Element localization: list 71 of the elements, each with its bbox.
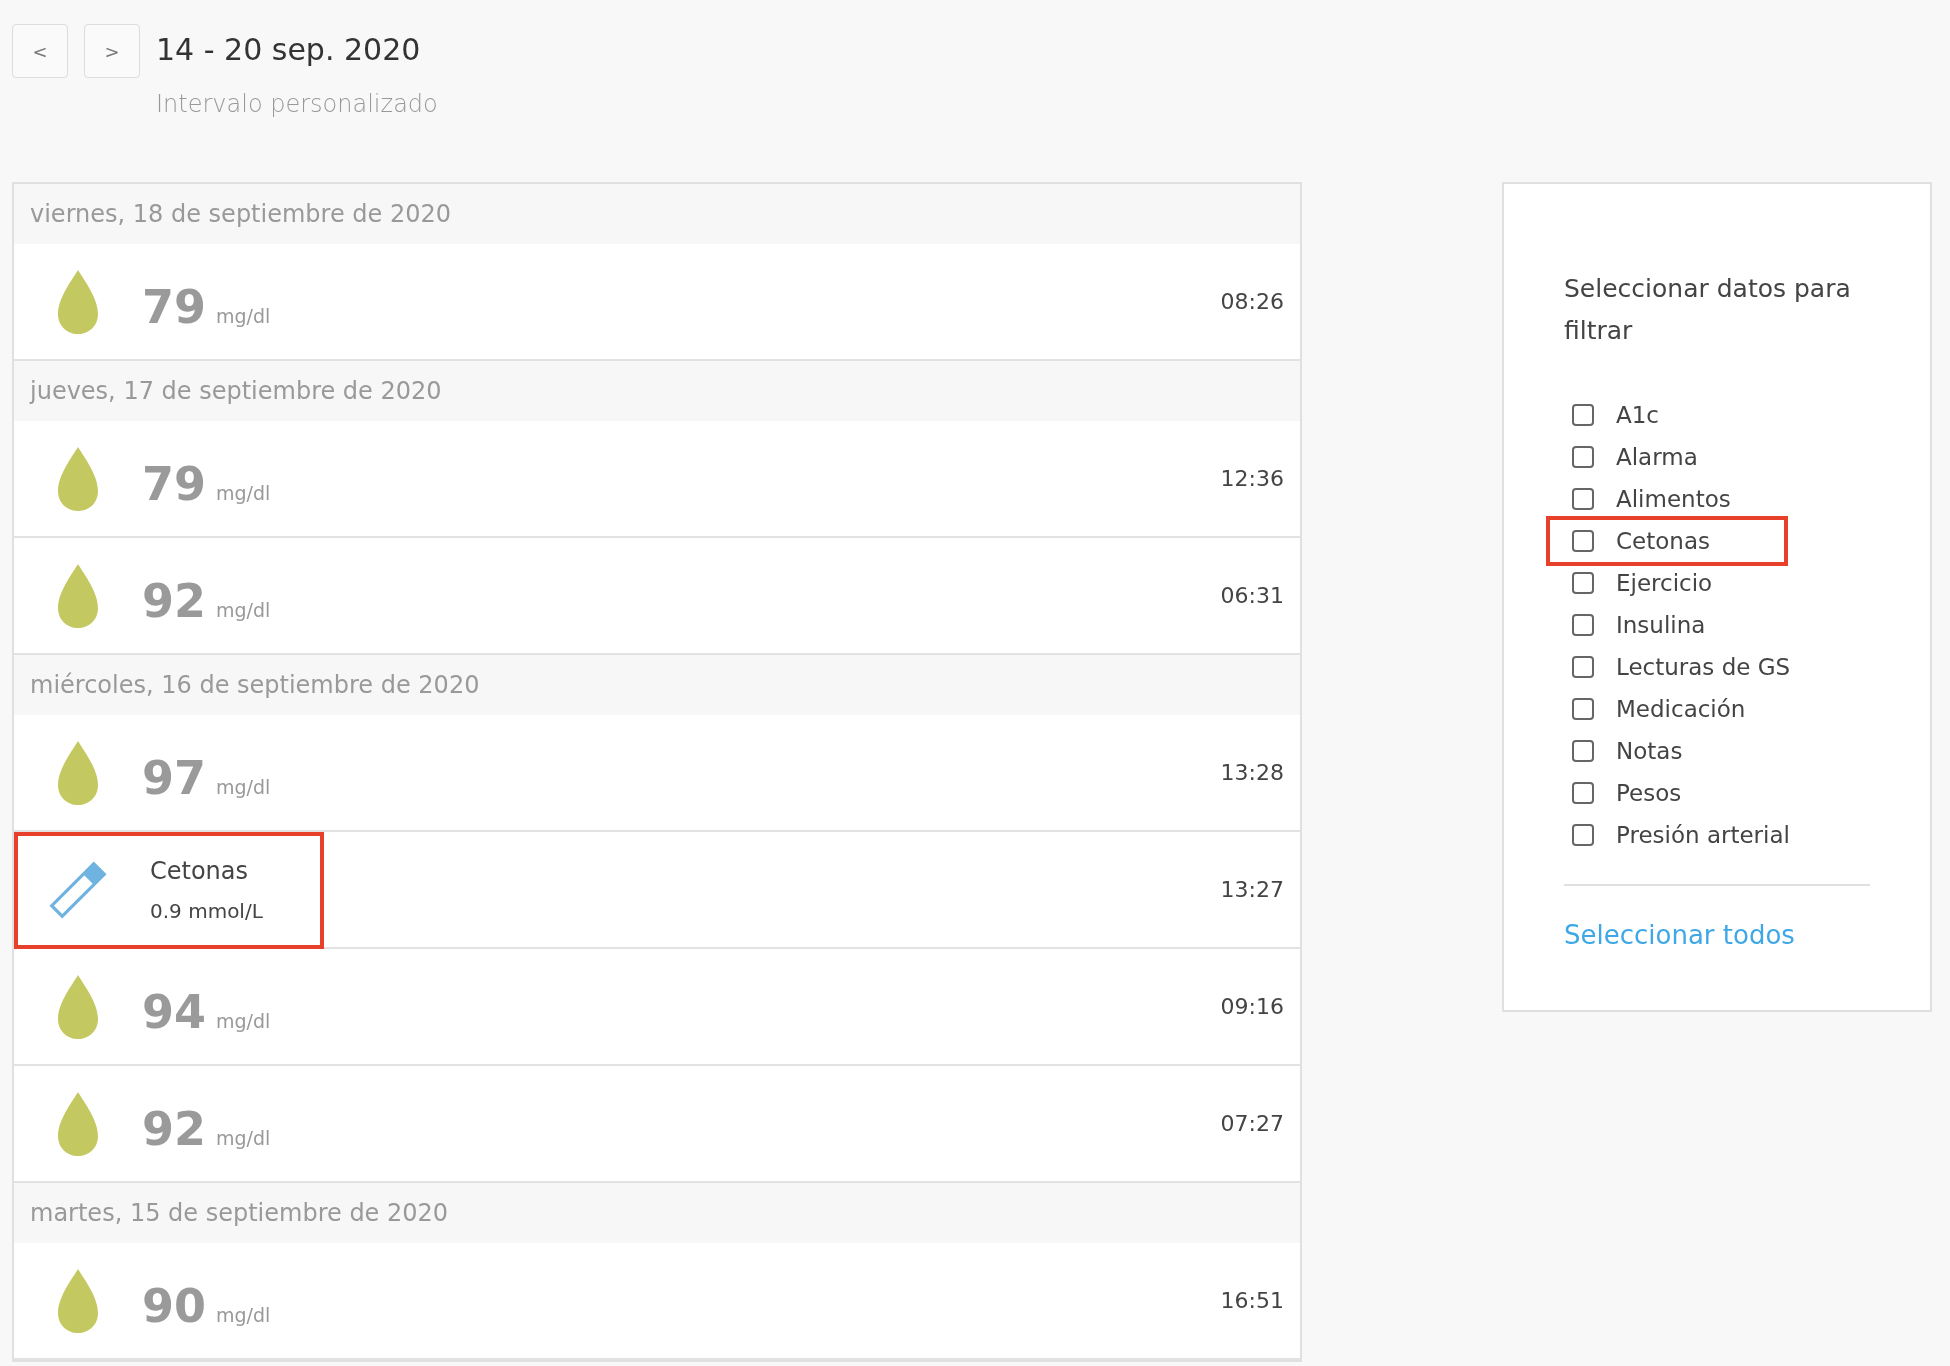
checkbox[interactable] (1572, 572, 1594, 594)
entry-time: 16:51 (1220, 1288, 1284, 1313)
range-subtitle: Intervalo personalizado (156, 90, 438, 118)
day-header: viernes, 18 de septiembre de 2020 (29, 199, 453, 230)
filter-option-label[interactable]: Ejercicio (1616, 570, 1713, 596)
filter-option-label[interactable]: Insulina (1616, 612, 1706, 638)
unit-label: mg/dl (216, 1009, 271, 1032)
entry-time: 08:26 (1220, 289, 1284, 314)
drop-icon (58, 974, 98, 1039)
entry-time: 06:31 (1220, 583, 1284, 608)
checkbox[interactable] (1572, 782, 1594, 804)
log-entry[interactable]: 79 mg/dl 08:26 (14, 244, 1300, 361)
drop-icon (58, 1091, 98, 1156)
ketone-label: Cetonas (150, 856, 250, 885)
glucose-value: 92 (142, 573, 206, 628)
log-entry[interactable]: 90 mg/dl 16:51 (14, 1243, 1300, 1360)
day-header: jueves, 17 de septiembre de 2020 (28, 376, 443, 407)
glucose-value: 90 (142, 1278, 206, 1333)
unit-label: mg/dl (216, 304, 271, 327)
ketone-value: 0.9 mmol/L (150, 898, 263, 923)
unit-label: mg/dl (216, 1126, 271, 1149)
unit-label: mg/dl (216, 1303, 271, 1326)
filter-option-label[interactable]: Cetonas (1616, 528, 1710, 554)
glucose-value: 94 (142, 984, 206, 1039)
filter-option-label[interactable]: Alarma (1616, 444, 1698, 470)
log-entry[interactable]: 92 mg/dl 06:31 (14, 538, 1300, 655)
day-header: miércoles, 16 de septiembre de 2020 (29, 670, 481, 701)
filter-option-label[interactable]: Medicación (1616, 696, 1746, 722)
glucose-value: 92 (142, 1101, 206, 1156)
previous-button[interactable]: < (12, 24, 68, 78)
glucose-value: 97 (142, 750, 206, 805)
filter-option-label[interactable]: Lecturas de GS (1616, 654, 1791, 680)
log-entry[interactable]: 79 mg/dl 12:36 (14, 421, 1300, 538)
next-button[interactable]: > (84, 24, 140, 78)
checkbox[interactable] (1572, 824, 1594, 846)
entry-time: 07:27 (1220, 1111, 1284, 1136)
checkbox[interactable] (1572, 656, 1594, 678)
filter-option-label[interactable]: Presión arterial (1616, 822, 1790, 848)
drop-icon (58, 740, 98, 805)
checkbox[interactable] (1572, 614, 1594, 636)
filter-option-label[interactable]: Alimentos (1616, 486, 1731, 512)
log-entry[interactable]: 94 mg/dl 09:16 (14, 949, 1300, 1066)
drop-icon (58, 563, 98, 628)
checkbox[interactable] (1572, 404, 1594, 426)
drop-icon (58, 446, 98, 511)
checkbox[interactable] (1572, 698, 1594, 720)
unit-label: mg/dl (216, 598, 271, 621)
entry-time: 09:16 (1220, 994, 1284, 1019)
drop-icon (58, 1268, 98, 1333)
filter-option-label[interactable]: Notas (1616, 738, 1683, 764)
filter-option[interactable]: Cetonas (1546, 516, 1788, 566)
filter-option-label[interactable]: Pesos (1616, 780, 1682, 806)
entry-time: 13:27 (1220, 877, 1284, 902)
checkbox[interactable] (1572, 488, 1594, 510)
day-header: martes, 15 de septiembre de 2020 (29, 1198, 450, 1229)
drop-icon (58, 269, 98, 334)
unit-label: mg/dl (216, 481, 271, 504)
unit-label: mg/dl (216, 775, 271, 798)
entry-time: 13:28 (1220, 760, 1284, 785)
filter-option-label[interactable]: A1c (1616, 402, 1659, 428)
checkbox[interactable] (1572, 530, 1594, 552)
checkbox[interactable] (1572, 446, 1594, 468)
log-entry[interactable]: 97 mg/dl 13:28 (14, 715, 1300, 832)
checkbox[interactable] (1572, 740, 1594, 762)
glucose-value: 79 (142, 279, 206, 334)
log-entry[interactable]: 92 mg/dl 07:27 (14, 1066, 1300, 1183)
date-range-title: 14 - 20 sep. 2020 (156, 31, 422, 69)
log-entry[interactable]: Cetonas 0.9 mmol/L 13:27 (14, 832, 1300, 949)
entry-time: 12:36 (1220, 466, 1284, 491)
filter-title: Seleccionar datos para filtrar (1564, 273, 1852, 347)
glucose-value: 79 (142, 456, 206, 511)
